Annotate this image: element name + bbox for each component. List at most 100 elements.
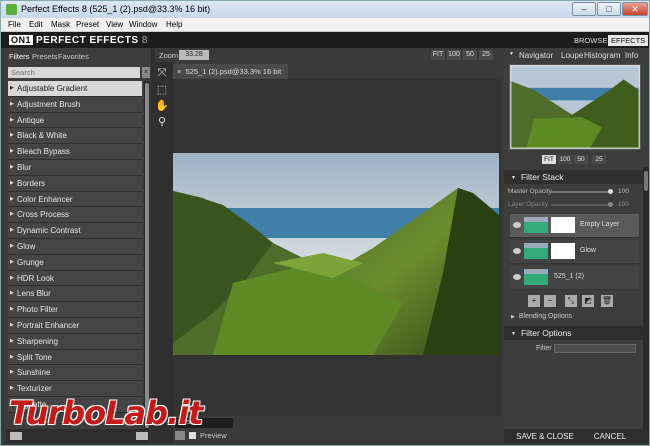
blending-options-toggle[interactable]: Blending Options <box>511 313 572 320</box>
canvas-footer: Reset Preview <box>173 416 501 444</box>
zoom-bar: Zoom 33.28 FIT 100 50 25 <box>155 48 501 62</box>
tab-histogram[interactable]: Histogram <box>584 51 620 60</box>
layer-mask-thumbnail[interactable] <box>551 243 575 259</box>
visibility-eye-icon[interactable] <box>513 248 521 254</box>
image-canvas[interactable] <box>173 79 501 416</box>
maximize-button[interactable]: □ <box>597 2 621 16</box>
filter-item[interactable]: Photo Filter <box>8 302 142 318</box>
zoom-50-button[interactable]: 50 <box>463 50 477 60</box>
merge-layer-icon[interactable]: ⤡ <box>565 295 577 307</box>
filter-options-header[interactable]: Filter Options <box>504 326 644 340</box>
filter-stack-header[interactable]: Filter Stack <box>504 170 644 184</box>
nav-100-button[interactable]: 100 <box>558 155 572 164</box>
filter-item[interactable]: Vignette <box>8 396 142 413</box>
menu-edit[interactable]: Edit <box>29 20 43 29</box>
document-tab-label: 525_1 (2).psd@33.3% 16 bit <box>185 67 282 76</box>
filter-item[interactable]: Grunge <box>8 254 142 271</box>
zoom-label: Zoom <box>159 51 179 60</box>
layer-mask-thumbnail[interactable] <box>551 217 575 233</box>
reset-dropdown[interactable]: Reset <box>175 418 233 428</box>
mask-layer-icon[interactable]: ◩ <box>582 295 594 307</box>
layer-row[interactable]: Glow <box>510 240 639 264</box>
zoom-fit-button[interactable]: FIT <box>431 50 445 60</box>
zoom-25-button[interactable]: 25 <box>479 50 493 60</box>
zoom-100-button[interactable]: 100 <box>447 50 461 60</box>
collapse-navigator-icon[interactable]: ▼ <box>509 51 514 57</box>
filter-item[interactable]: Blur <box>8 159 142 176</box>
layer-row[interactable]: Empty Layer <box>510 214 639 238</box>
clear-search-icon[interactable]: × <box>142 67 150 78</box>
close-tab-icon[interactable]: × <box>177 67 181 76</box>
preview-toggle[interactable]: Preview <box>175 431 227 440</box>
menu-view[interactable]: View <box>106 20 123 29</box>
master-opacity-value[interactable]: 100 <box>618 188 629 195</box>
panel-options-icon[interactable] <box>136 432 148 440</box>
filter-item[interactable]: Antique <box>8 112 142 129</box>
zoom-icon[interactable]: ⚲ <box>155 115 169 129</box>
zoom-value[interactable]: 33.28 <box>179 50 209 60</box>
filter-search-input[interactable] <box>8 67 140 78</box>
panel-toggle-icon[interactable] <box>10 432 22 440</box>
filter-item[interactable]: Texturizer <box>8 381 142 397</box>
filter-item[interactable]: Bleach Bypass <box>8 144 142 160</box>
filter-select[interactable] <box>554 344 636 353</box>
filter-item[interactable]: Adjustment Brush <box>8 96 142 113</box>
transform-icon[interactable]: ⤧ <box>155 66 169 80</box>
layer-opacity-slider[interactable] <box>551 204 612 206</box>
navigator-preview[interactable] <box>509 64 641 150</box>
nav-50-button[interactable]: 50 <box>574 155 588 164</box>
filter-item[interactable]: Borders <box>8 175 142 192</box>
menu-help[interactable]: Help <box>166 20 182 29</box>
tab-loupe[interactable]: Loupe <box>561 51 583 60</box>
save-close-button[interactable]: SAVE & CLOSE <box>512 431 578 442</box>
crop-icon[interactable]: ⬚ <box>155 83 169 97</box>
compare-icon[interactable] <box>175 431 185 440</box>
nav-25-button[interactable]: 25 <box>592 155 606 164</box>
remove-layer-icon[interactable]: − <box>544 295 556 307</box>
menu-mask[interactable]: Mask <box>51 20 70 29</box>
filter-item[interactable]: Adjustable Gradient <box>8 81 142 97</box>
filter-item[interactable]: Sunshine <box>8 365 142 382</box>
layer-opacity-knob[interactable] <box>608 202 613 207</box>
add-layer-icon[interactable]: + <box>528 295 540 307</box>
filter-browser: Filters Presets Favorites × Adjustable G… <box>6 48 150 444</box>
layer-opacity-value[interactable]: 100 <box>618 201 629 208</box>
close-button[interactable]: ✕ <box>622 2 648 16</box>
tab-filters[interactable]: Filters <box>9 52 29 61</box>
filter-item[interactable]: Color Enhancer <box>8 191 142 208</box>
master-opacity-slider[interactable] <box>551 191 612 193</box>
visibility-eye-icon[interactable] <box>513 274 521 280</box>
layer-row[interactable]: 525_1 (2) <box>510 266 639 290</box>
tab-presets[interactable]: Presets <box>32 52 57 61</box>
tab-info[interactable]: Info <box>625 51 638 60</box>
filter-item[interactable]: Glow <box>8 238 142 255</box>
effects-mode-button[interactable]: EFFECTS <box>608 35 649 46</box>
filter-item[interactable]: Split Tone <box>8 349 142 366</box>
filter-item[interactable]: Cross Process <box>8 207 142 224</box>
filter-item[interactable]: Black & White <box>8 128 142 145</box>
document-tab[interactable]: × 525_1 (2).psd@33.3% 16 bit <box>173 64 288 79</box>
master-opacity-knob[interactable] <box>608 189 613 194</box>
hand-icon[interactable]: ✋ <box>155 99 169 113</box>
filter-item[interactable]: Dynamic Contrast <box>8 223 142 239</box>
tool-bar: ⤧ ⬚ ✋ ⚲ <box>151 48 173 444</box>
tab-navigator[interactable]: Navigator <box>519 51 553 60</box>
browse-mode-button[interactable]: BROWSE <box>571 35 610 46</box>
right-panel-scrollbar[interactable] <box>643 167 649 429</box>
menu-window[interactable]: Window <box>129 20 157 29</box>
preview-checkbox[interactable] <box>189 432 196 439</box>
filter-item[interactable]: HDR Look <box>8 270 142 287</box>
menu-preset[interactable]: Preset <box>76 20 99 29</box>
tab-favorites[interactable]: Favorites <box>58 52 89 61</box>
right-panel: ▼ Navigator Loupe Histogram Info FIT 100… <box>504 48 649 444</box>
nav-fit-button[interactable]: FIT <box>542 155 556 164</box>
delete-layer-icon[interactable]: 🗑 <box>601 295 613 307</box>
filter-item[interactable]: Sharpening <box>8 333 142 350</box>
filter-item[interactable]: Portrait Enhancer <box>8 317 142 334</box>
menu-file[interactable]: File <box>8 20 21 29</box>
minimize-button[interactable]: – <box>572 2 596 16</box>
cancel-button[interactable]: CANCEL <box>588 431 632 442</box>
filter-item[interactable]: Lens Blur <box>8 286 142 303</box>
visibility-eye-icon[interactable] <box>513 222 521 228</box>
filter-list-scrollbar[interactable] <box>144 81 150 432</box>
